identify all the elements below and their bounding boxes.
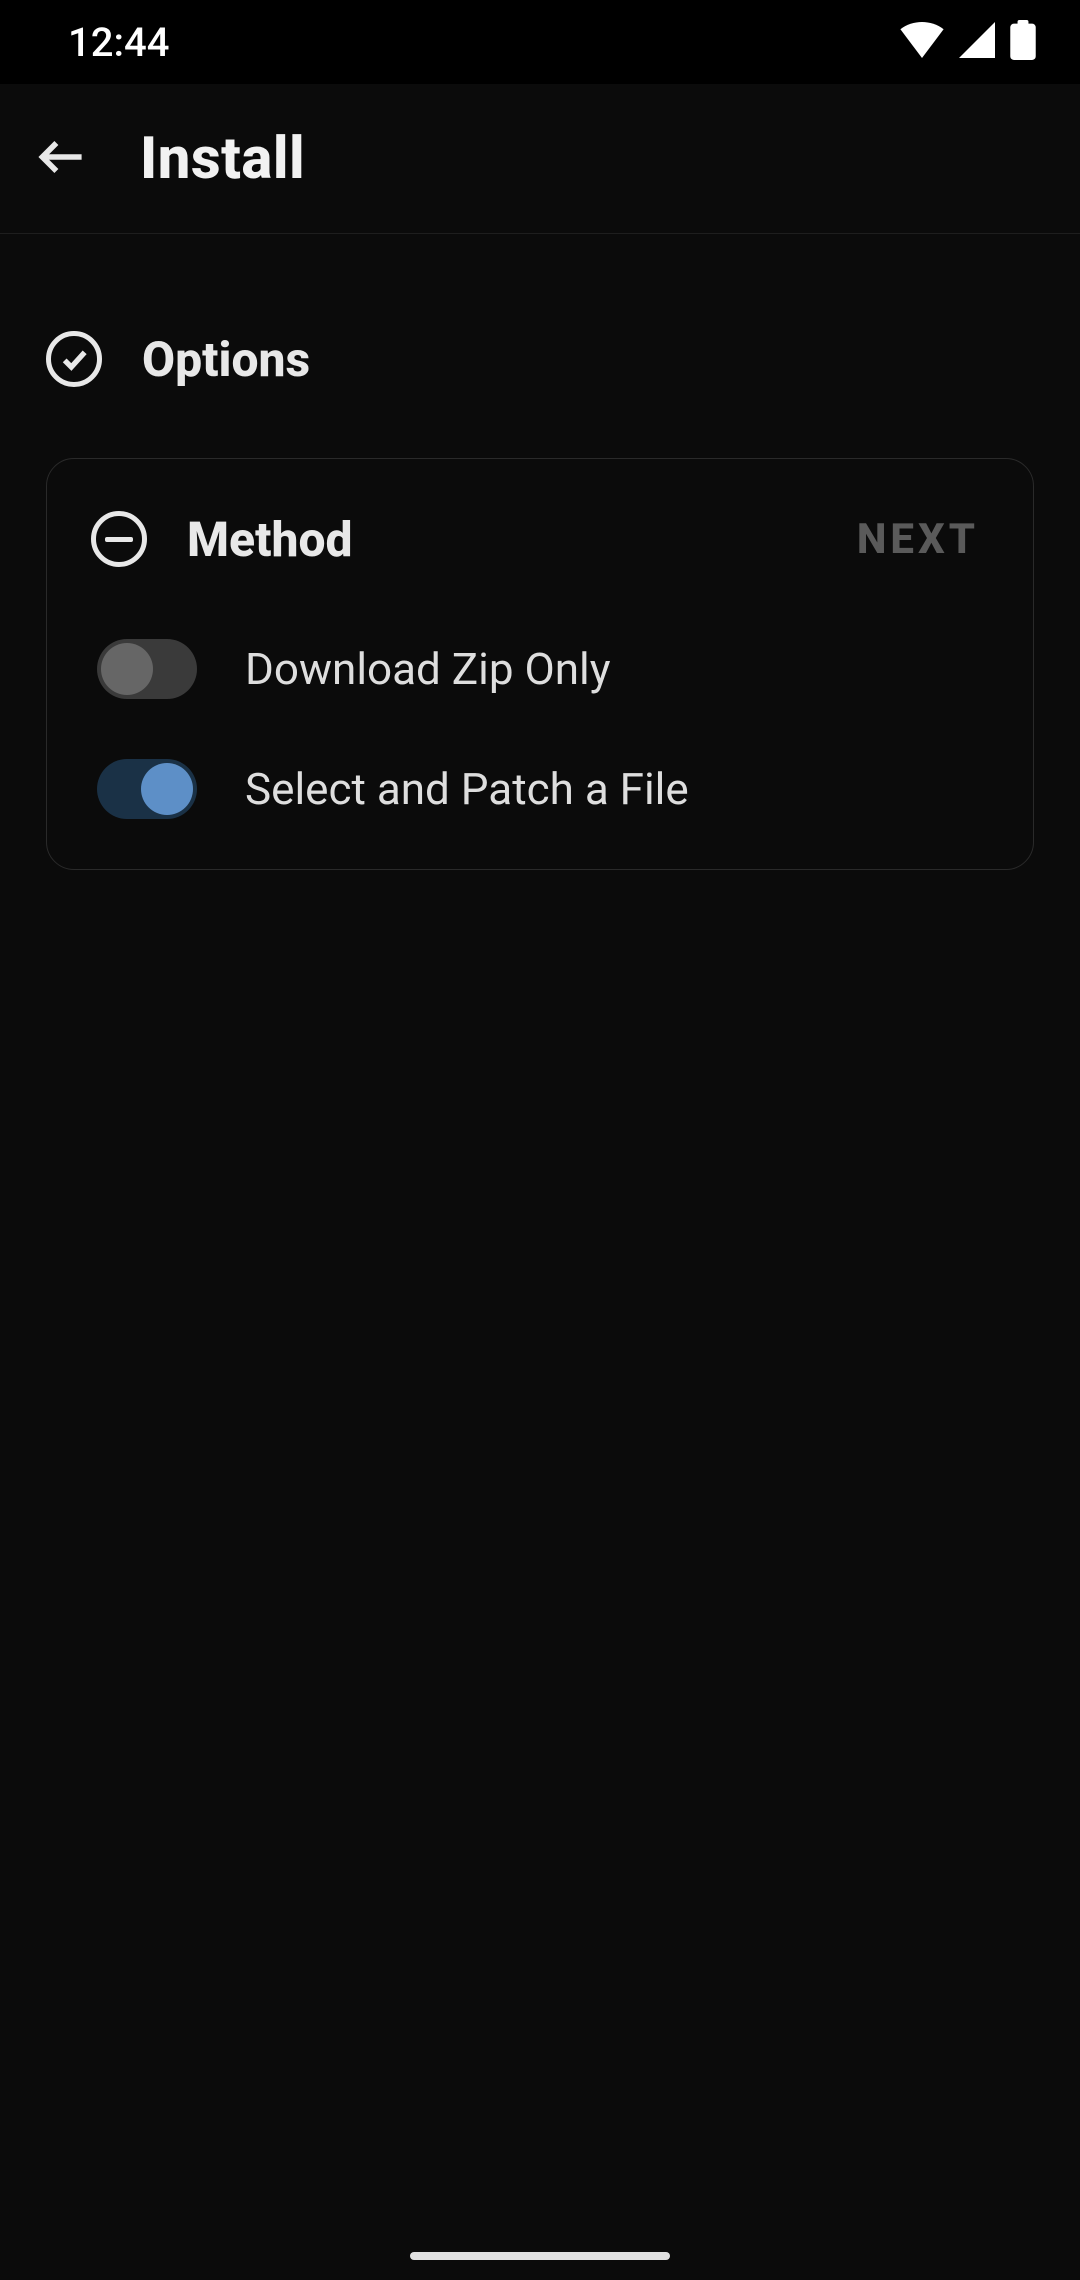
toggle-thumb [141, 763, 193, 815]
status-icons [900, 20, 1036, 64]
step-method-label: Method [187, 511, 857, 568]
option-select-patch[interactable]: Select and Patch a File [91, 759, 989, 819]
page-title: Install [140, 125, 305, 193]
step-method-header: Method NEXT [91, 479, 989, 599]
signal-icon [958, 22, 996, 62]
status-time: 12:44 [68, 19, 169, 66]
option-download-zip[interactable]: Download Zip Only [91, 639, 989, 699]
toggle-select-patch[interactable] [97, 759, 197, 819]
method-options-list: Download Zip Only Select and Patch a Fil… [91, 639, 989, 819]
status-bar: 12:44 [0, 0, 1080, 84]
next-button[interactable]: NEXT [857, 515, 979, 564]
minus-circle-icon [91, 511, 147, 567]
option-label: Select and Patch a File [245, 763, 689, 815]
option-label: Download Zip Only [245, 643, 611, 695]
step-method-card: Method NEXT Download Zip Only Select and… [46, 458, 1034, 870]
toggle-download-zip[interactable] [97, 639, 197, 699]
wifi-icon [900, 22, 944, 62]
check-circle-icon [46, 331, 102, 387]
app-bar: Install [0, 84, 1080, 234]
content: Options Method NEXT Download Zip Only [0, 234, 1080, 2280]
step-options-label: Options [142, 331, 1034, 388]
battery-icon [1010, 20, 1036, 64]
back-button[interactable] [30, 127, 94, 191]
toggle-thumb [101, 643, 153, 695]
home-indicator[interactable] [410, 2252, 670, 2260]
arrow-left-icon [34, 129, 90, 189]
step-options[interactable]: Options [46, 294, 1034, 424]
